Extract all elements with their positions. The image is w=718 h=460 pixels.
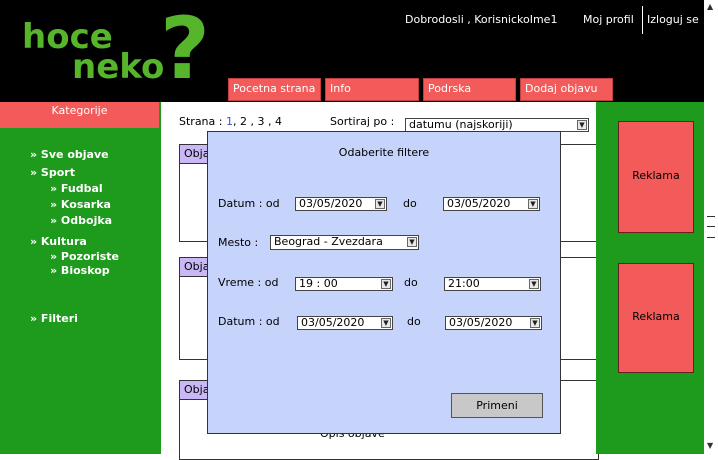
sidebar-item-football[interactable]: » Fudbal [50, 182, 103, 195]
profile-link[interactable]: Moj profil [583, 13, 634, 26]
place-value: Beograd - Zvezdara [274, 235, 383, 248]
pagination-label: Strana : [179, 115, 223, 128]
place-label: Mesto : [218, 236, 259, 249]
chevron-down-icon: ▼ [381, 279, 391, 289]
page-link-2[interactable]: 2 [240, 115, 247, 128]
logo-mark: ? [160, 0, 210, 99]
date2-from-label: Datum : od [218, 315, 280, 328]
nav-info-button[interactable]: Info [325, 78, 419, 101]
time-from-select[interactable]: 19 : 00 ▼ [295, 277, 393, 291]
date-to-select[interactable]: 03/05/2020 ▼ [443, 197, 540, 211]
time-from-value: 19 : 00 [299, 277, 338, 290]
chevron-down-icon: ▼ [528, 199, 538, 209]
sidebar-item-basketball[interactable]: » Kosarka [50, 198, 111, 211]
date2-from-value: 03/05/2020 [301, 316, 365, 329]
place-select[interactable]: Beograd - Zvezdara ▼ [270, 235, 419, 250]
logout-link[interactable]: Izloguj se [647, 13, 699, 26]
header-divider [642, 6, 643, 34]
filter-modal: Odaberite filtere Datum : od 03/05/2020 … [207, 131, 561, 434]
date-to-label: do [403, 197, 417, 210]
ad-column: Reklama Reklama [596, 102, 704, 454]
sidebar: Kategorije » Sve objave » Sport » Fudbal… [0, 102, 161, 454]
page-link-3[interactable]: 3 [257, 115, 264, 128]
date2-from-select[interactable]: 03/05/2020 ▼ [297, 316, 393, 330]
logo[interactable]: hoce neko ? [18, 6, 218, 94]
sidebar-heading: Kategorije [0, 102, 159, 128]
date-from-select[interactable]: 03/05/2020 ▼ [295, 197, 387, 211]
chevron-down-icon: ▼ [407, 237, 417, 247]
ad-banner[interactable]: Reklama [618, 121, 694, 233]
arrow-down-icon[interactable]: ▼ [707, 441, 713, 450]
time-from-label: Vreme : od [218, 276, 279, 289]
sidebar-item-volleyball[interactable]: » Odbojka [50, 214, 112, 227]
chevron-down-icon: ▼ [529, 279, 539, 289]
modal-title: Odaberite filtere [338, 146, 430, 159]
chevron-down-icon: ▼ [530, 318, 540, 328]
arrow-up-icon[interactable]: ▲ [707, 2, 713, 11]
page-link-1[interactable]: 1 [226, 115, 233, 128]
sort-label: Sortiraj po : [330, 115, 395, 128]
time-to-select[interactable]: 21:00 ▼ [444, 277, 541, 291]
chevron-down-icon: ▼ [381, 318, 391, 328]
pagination: Strana : 1, 2 , 3 , 4 [179, 115, 282, 128]
sort-select-value: datumu (najskoriji) [409, 118, 513, 131]
greeting-text: Dobrodosli , KorisnickoIme1 [405, 13, 558, 26]
page-link-4[interactable]: 4 [275, 115, 282, 128]
nav-home-button[interactable]: Pocetna strana [228, 78, 321, 101]
time-to-label: do [404, 276, 418, 289]
date2-to-value: 03/05/2020 [449, 316, 513, 329]
nav-support-button[interactable]: Podrska [423, 78, 516, 101]
page-scrollbar[interactable]: ▲ ▼ [704, 0, 718, 454]
sidebar-item-culture[interactable]: » Kultura [30, 235, 87, 248]
sidebar-item-theatre[interactable]: » Pozoriste [50, 250, 119, 263]
chevron-down-icon: ▼ [375, 199, 385, 209]
chevron-down-icon: ▼ [577, 120, 587, 130]
header-bar: hoce neko ? Dobrodosli , KorisnickoIme1 … [0, 0, 704, 102]
sort-select[interactable]: datumu (najskoriji) ▼ [405, 118, 589, 132]
date2-to-select[interactable]: 03/05/2020 ▼ [445, 316, 542, 330]
sidebar-item-all-posts[interactable]: » Sve objave [30, 148, 109, 161]
time-to-value: 21:00 [448, 277, 480, 290]
date2-to-label: do [407, 315, 421, 328]
apply-button[interactable]: Primeni [451, 393, 543, 418]
nav-add-post-button[interactable]: Dodaj objavu [520, 78, 613, 101]
ad-banner[interactable]: Reklama [618, 263, 694, 373]
sidebar-item-sport[interactable]: » Sport [30, 166, 75, 179]
scrollbar-thumb[interactable] [707, 216, 715, 238]
scrollbar-grip [707, 226, 715, 227]
date-from-label: Datum : od [218, 197, 280, 210]
sidebar-item-filters[interactable]: » Filteri [30, 312, 78, 325]
date-to-value: 03/05/2020 [447, 197, 511, 210]
logo-word-2: neko [72, 47, 165, 87]
date-from-value: 03/05/2020 [299, 197, 363, 210]
sidebar-item-cinema[interactable]: » Bioskop [50, 264, 110, 277]
